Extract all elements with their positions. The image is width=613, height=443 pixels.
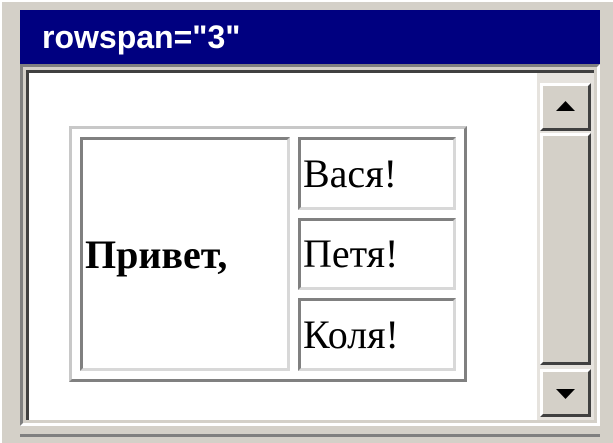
- status-bar: [20, 434, 600, 443]
- window-frame: Привет, Вася! Петя! Коля!: [20, 64, 600, 426]
- table-cell: Петя!: [298, 217, 456, 291]
- page-content: Привет, Вася! Петя! Коля!: [29, 73, 537, 420]
- scroll-up-button[interactable]: [540, 83, 591, 131]
- table-row: Привет, Вася!: [80, 137, 456, 371]
- vertical-scrollbar[interactable]: [537, 73, 594, 420]
- title-bar[interactable]: rowspan="3": [20, 10, 600, 64]
- table-cell: Коля!: [298, 298, 456, 371]
- client-area: Привет, Вася! Петя! Коля!: [26, 70, 594, 420]
- rowspan-table: Привет, Вася! Петя! Коля!: [69, 126, 467, 382]
- triangle-up-icon: [556, 101, 575, 111]
- browser-window: rowspan="3" Привет, Вася! Петя! Коля!: [0, 0, 613, 443]
- table-cell: Вася!: [298, 137, 456, 210]
- rowspan-cell: Привет,: [80, 137, 290, 371]
- triangle-down-icon: [556, 389, 575, 399]
- window-title: rowspan="3": [42, 19, 241, 55]
- scroll-thumb[interactable]: [540, 133, 591, 365]
- scroll-down-button[interactable]: [540, 369, 591, 417]
